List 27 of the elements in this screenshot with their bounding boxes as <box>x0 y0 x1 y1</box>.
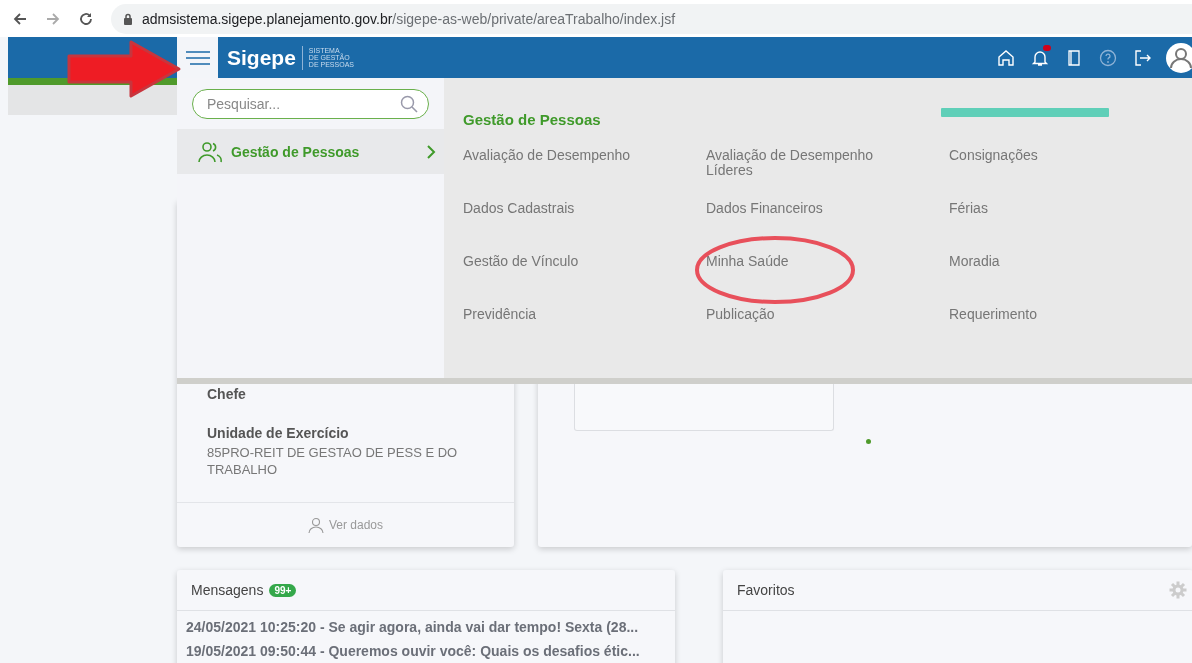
field-value: 85PRO-REIT DE GESTAO DE PESS E DO TRABALHO <box>207 444 459 478</box>
menu-link[interactable]: Gestão de Vínculo <box>463 254 663 307</box>
menu-link[interactable]: Avaliação de Desempenho Líderes <box>706 148 906 201</box>
menu-link[interactable]: Dados Cadastrais <box>463 201 663 254</box>
menu-link[interactable]: Minha Saúde <box>706 254 906 307</box>
address-bar[interactable]: admsistema.sigepe.planejamento.gov.br/sigepe-as-web/private/areaTrabalho/index.jsf <box>111 3 1192 34</box>
card-title: Favoritos <box>737 582 795 598</box>
menu-link[interactable]: Dados Financeiros <box>706 201 906 254</box>
field-label: Chefe <box>207 386 247 402</box>
card-title: Mensagens <box>191 582 264 598</box>
message-item[interactable]: 19/05/2021 09:50:44 - Queremos ouvir você: Quais os desafios étic... <box>177 643 675 659</box>
menu-link[interactable]: Férias <box>949 201 1149 254</box>
search-field[interactable]: Pesquisar... <box>192 89 429 119</box>
menu-link[interactable]: Previdência <box>463 307 663 360</box>
menu-link[interactable]: Publicação <box>706 307 906 360</box>
view-data-link[interactable]: Ver dados <box>307 516 383 534</box>
field-label: Unidade de Exercício <box>207 425 350 441</box>
url-text: admsistema.sigepe.planejamento.gov.br/sigepe-as-web/private/areaTrabalho/index.jsf <box>142 10 676 27</box>
count-badge: 99+ <box>269 583 297 597</box>
logo-text: Sigepe <box>227 45 296 70</box>
menu-link[interactable]: Requerimento <box>949 307 1149 360</box>
menu-item[interactable]: Gestão de Pessoas <box>177 129 444 174</box>
section-title: Gestão de Pessoas <box>463 111 601 128</box>
message-item[interactable]: 24/05/2021 10:25:20 - Se agir agora, ainda vai dar tempo! Sexta (28... <box>177 619 675 635</box>
menu-link[interactable]: Consignações <box>949 148 1149 201</box>
menu-link[interactable]: Avaliação de Desempenho <box>463 148 663 201</box>
menu-link[interactable]: Moradia <box>949 254 1149 307</box>
